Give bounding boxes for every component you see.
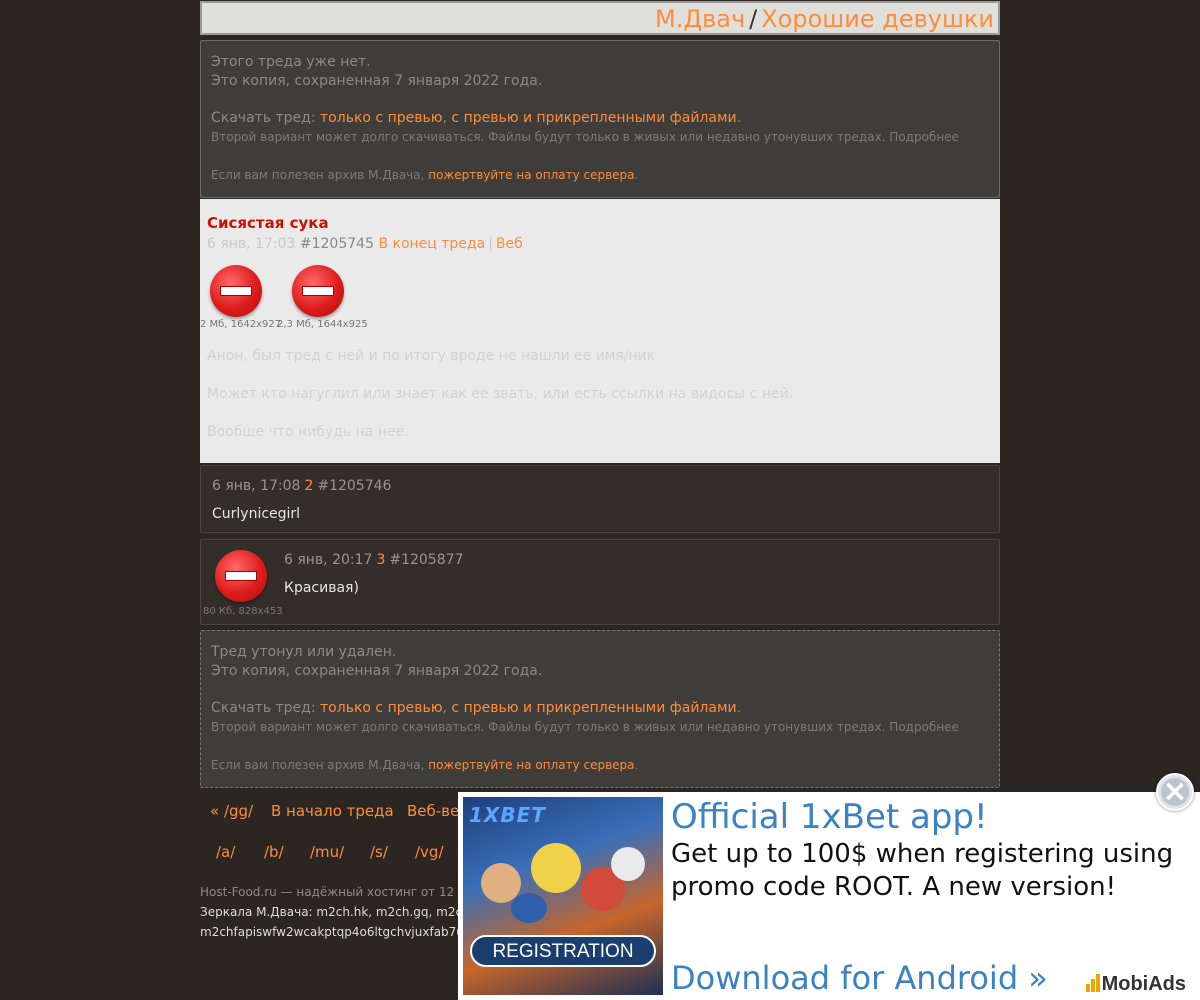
- post-paragraph: Анон, был тред с ней и по итогу вроде не…: [207, 348, 656, 364]
- attachment-caption: 2,3 Мб, 1644x925: [277, 319, 368, 330]
- post-text: Curlynicegirl: [212, 506, 301, 522]
- donate-link[interactable]: пожертвуйте на оплату сервера: [428, 168, 634, 182]
- site-footer: Host-Food.ru — надёжный хостинг от 12 р …: [200, 882, 470, 942]
- archive-notice-bottom: Тред утонул или удален. Это копия, сохра…: [200, 630, 1000, 788]
- board-link-a[interactable]: /a/: [216, 843, 235, 861]
- ad-description: Get up to 100$ when registering using pr…: [671, 839, 1174, 902]
- reply-post-3: 80 Кб, 828x453 6 янв, 20:17 3 #1205877 Кра…: [200, 539, 1000, 625]
- onion-address[interactable]: m2chfapiswfw2wcakptqp4o6ltgchvjuxfab7ur: [200, 922, 470, 942]
- no-entry-icon[interactable]: [215, 550, 267, 602]
- download-note: Второй вариант может долго скачиваться. …: [211, 720, 959, 734]
- post-meta: 6 янв, 17:03 #1205745 В конец треда | Веб: [207, 233, 993, 255]
- ad-title[interactable]: Official 1xBet app!: [671, 796, 988, 838]
- registration-button[interactable]: REGISTRATION: [470, 935, 656, 967]
- ad-players-illustration: [471, 843, 655, 923]
- web-version-link[interactable]: Веб-ве: [407, 802, 459, 820]
- post-number-suffix[interactable]: 745: [347, 236, 374, 252]
- post-number[interactable]: #1205746: [317, 478, 391, 494]
- post-number[interactable]: #1205877: [389, 552, 463, 568]
- post-meta: 6 янв, 17:08 2 #1205746: [212, 478, 391, 494]
- post-meta: 6 янв, 20:17 3 #1205877: [284, 552, 463, 568]
- reply-post-2: 6 янв, 17:08 2 #1205746 Curlynicegirl: [200, 465, 1000, 533]
- close-icon: ×: [1162, 774, 1188, 809]
- op-files: 2 Мб, 1642x927 2,3 Мб, 1644x925: [200, 265, 600, 345]
- ad-brand-logo: 1XBET: [469, 803, 546, 827]
- notice-line: Этого треда уже нет.: [211, 54, 371, 70]
- donate-row: Если вам полезен архив М.Двача, пожертву…: [211, 168, 639, 182]
- board-link-vg[interactable]: /vg/: [415, 843, 444, 861]
- download-note: Второй вариант может долго скачиваться. …: [211, 130, 959, 144]
- attachment[interactable]: 2,3 Мб, 1644x925: [277, 265, 368, 330]
- notice-line: Это копия, сохраненная 7 января 2022 год…: [211, 663, 543, 679]
- archive-notice-top: Этого треда уже нет. Это копия, сохранен…: [200, 40, 1000, 198]
- post-date: 6 янв, 20:17: [284, 552, 373, 568]
- download-row: Скачать тред: только с превью, с превью …: [211, 700, 742, 716]
- post-date: 6 янв, 17:03: [207, 236, 296, 252]
- donate-row: Если вам полезен архив М.Двача, пожертву…: [211, 758, 639, 772]
- bar-chart-icon: [1085, 974, 1100, 992]
- post-text: Красивая): [284, 580, 359, 596]
- post-body: Анон, был тред с ней и по итогу вроде не…: [207, 347, 793, 461]
- page-content: М.Двач / Хорошие девушки Этого треда уже н…: [200, 0, 1000, 788]
- post-paragraph: Может кто нагуглил или знает как ее зват…: [207, 386, 794, 402]
- no-entry-icon[interactable]: [292, 265, 344, 317]
- ad-download-link[interactable]: Download for Android »: [671, 958, 1048, 998]
- post-paragraph: Вообще что нибудь на нее.: [207, 424, 409, 440]
- board-link-s[interactable]: /s/: [370, 843, 388, 861]
- download-files-link[interactable]: с превью и прикрепленными файлами: [451, 110, 736, 126]
- to-start-link[interactable]: В начало треда: [271, 802, 394, 820]
- attachment[interactable]: 80 Кб, 828x453: [203, 550, 283, 617]
- ad-close-button[interactable]: ×: [1156, 773, 1194, 811]
- web-link[interactable]: Веб: [496, 236, 523, 252]
- to-end-link[interactable]: В конец треда: [378, 236, 485, 252]
- board-link-mu[interactable]: /mu/: [310, 843, 344, 861]
- ad-image[interactable]: 1XBET REGISTRATION: [463, 797, 663, 995]
- ad-network-logo[interactable]: MobiAds: [1085, 973, 1186, 996]
- back-to-board-link[interactable]: « /gg/: [210, 802, 253, 820]
- download-preview-link[interactable]: только с превью: [320, 110, 442, 126]
- mirrors-list[interactable]: Зеркала М.Двача: m2ch.hk, m2ch.gq, m2ch: [200, 902, 470, 922]
- site-header: М.Двач / Хорошие девушки: [200, 1, 1000, 35]
- board-link[interactable]: М.Двач: [655, 5, 745, 33]
- board-link-b[interactable]: /b/: [264, 843, 284, 861]
- ad-banner[interactable]: 1XBET REGISTRATION Official 1xBet app! G…: [458, 792, 1200, 1000]
- notice-line: Тред утонул или удален.: [211, 644, 397, 660]
- attachment[interactable]: 2 Мб, 1642x927: [200, 265, 282, 330]
- post-date: 6 янв, 17:08: [212, 478, 301, 494]
- no-entry-icon[interactable]: [210, 265, 262, 317]
- op-post: Сисястая сука 6 янв, 17:03 #1205745 В ко…: [200, 199, 1000, 463]
- section-link[interactable]: Хорошие девушки: [761, 5, 994, 33]
- post-count: 2: [304, 478, 314, 494]
- download-files-link[interactable]: с превью и прикрепленными файлами: [451, 700, 736, 716]
- meta-divider: |: [488, 236, 493, 252]
- post-subject: Сисястая сука: [207, 214, 329, 232]
- header-separator: /: [749, 5, 758, 33]
- post-count: 3: [376, 552, 386, 568]
- donate-link[interactable]: пожертвуйте на оплату сервера: [428, 758, 634, 772]
- attachment-caption: 2 Мб, 1642x927: [200, 319, 282, 330]
- download-preview-link[interactable]: только с превью: [320, 700, 442, 716]
- download-row: Скачать тред: только с превью, с превью …: [211, 110, 742, 126]
- host-credit[interactable]: Host-Food.ru — надёжный хостинг от 12 р: [200, 882, 470, 902]
- notice-line: Это копия, сохраненная 7 января 2022 год…: [211, 73, 543, 89]
- attachment-caption: 80 Кб, 828x453: [203, 606, 283, 617]
- post-number-prefix[interactable]: #1205: [300, 236, 347, 252]
